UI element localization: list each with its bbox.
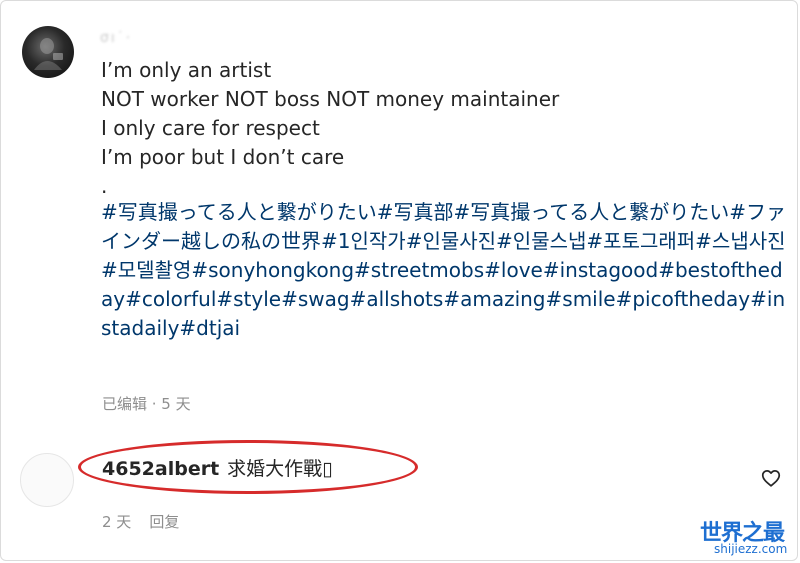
heart-outline-icon[interactable]	[760, 467, 782, 489]
highlight-oval	[78, 440, 418, 494]
hashtag-link[interactable]: #1인작가	[321, 229, 406, 253]
hashtag-link[interactable]: #모델촬영	[101, 258, 191, 282]
comment-body: I’m only an artist NOT worker NOT boss N…	[101, 56, 791, 201]
hashtag-list: #写真撮ってる人と繋がりたい#写真部#写真撮ってる人と繋がりたい#ファインダー越…	[101, 198, 787, 343]
hashtag-link[interactable]: #인물스냅	[496, 229, 586, 253]
comment-meta: 已编辑 · 5 天	[102, 395, 191, 413]
comment-line: I’m poor but I don’t care	[101, 145, 345, 169]
reply-meta: 2 天回复	[102, 511, 179, 532]
hashtag-link[interactable]: #instagood	[543, 258, 658, 282]
comment-line: I’m only an artist	[101, 58, 272, 82]
commenter-username[interactable]: σı˙·	[100, 30, 160, 48]
hashtag-link[interactable]: #写真部	[377, 200, 454, 224]
hashtag-link[interactable]: #인물사진	[406, 229, 496, 253]
avatar-photo-icon	[34, 38, 63, 70]
hashtag-link[interactable]: #style	[216, 287, 281, 311]
hashtag-link[interactable]: #写真撮ってる人と繋がりたい	[454, 200, 730, 224]
commenter-avatar[interactable]	[22, 26, 74, 78]
comment-line: .	[101, 174, 108, 198]
hashtag-link[interactable]: #amazing	[443, 287, 545, 311]
reply-avatar[interactable]	[20, 453, 74, 507]
hashtag-link[interactable]: #colorful	[125, 287, 216, 311]
hashtag-link[interactable]: #스냅사진	[695, 229, 785, 253]
hashtag-link[interactable]: #swag	[281, 287, 350, 311]
hashtag-link[interactable]: #streetmobs	[354, 258, 484, 282]
hashtag-link[interactable]: #smile	[546, 287, 616, 311]
watermark-url: shijiezz.com	[714, 542, 788, 556]
reply-time: 2 天	[102, 513, 132, 531]
hashtag-link[interactable]: #sonyhongkong	[191, 258, 354, 282]
hashtag-link[interactable]: #love	[484, 258, 543, 282]
reply-button[interactable]: 回复	[149, 513, 179, 531]
comment-line: NOT worker NOT boss NOT money maintainer	[101, 87, 560, 111]
hashtag-link[interactable]: #写真撮ってる人と繋がりたい	[101, 200, 377, 224]
hashtag-link[interactable]: #dtjai	[179, 316, 240, 340]
hashtag-link[interactable]: #포토그래퍼	[586, 229, 695, 253]
comment-line: I only care for respect	[101, 116, 320, 140]
hashtag-link[interactable]: #picoftheday	[616, 287, 751, 311]
hashtag-link[interactable]: #allshots	[350, 287, 444, 311]
